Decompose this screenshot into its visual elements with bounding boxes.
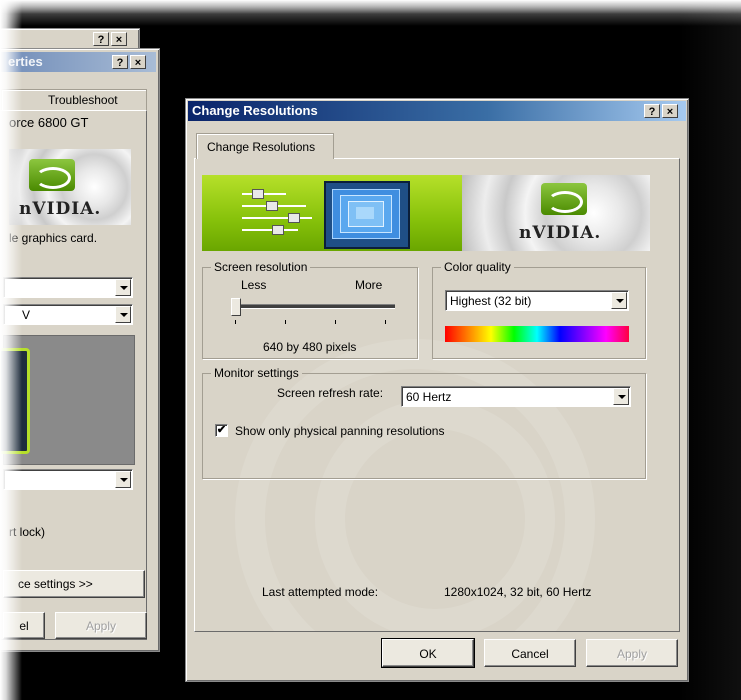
refresh-rate-label: Screen refresh rate: (277, 386, 384, 400)
chevron-down-icon (613, 388, 629, 405)
last-mode-label: Last attempted mode: (262, 585, 379, 599)
color-spectrum-bar (445, 326, 629, 342)
resolution-slider[interactable] (231, 298, 395, 328)
close-button[interactable]: × (111, 32, 127, 46)
screen-resolution-legend: Screen resolution (211, 260, 311, 274)
back-select-2[interactable]: V (3, 304, 133, 325)
properties-titlebar: erties ? × (0, 52, 156, 72)
monitor-preview (0, 335, 135, 465)
tab-label: Change Resolutions (207, 140, 316, 154)
resolution-value: 640 by 480 pixels (263, 340, 357, 354)
screen-resolution-group: Screen resolution Less More 640 by 480 p… (202, 260, 418, 359)
slider-thumb[interactable] (231, 298, 241, 316)
color-quality-group: Color quality Highest (32 bit) (432, 260, 646, 359)
back-select-1[interactable] (3, 277, 133, 298)
less-label: Less (241, 278, 267, 292)
apply-label: Apply (616, 647, 648, 661)
monitor-settings-legend: Monitor settings (211, 366, 302, 380)
color-quality-value: Highest (32 bit) (450, 294, 532, 308)
last-mode-value: 1280x1024, 32 bit, 60 Hertz (444, 585, 592, 599)
close-button[interactable]: × (130, 55, 146, 69)
graphics-card-text: le graphics card. (9, 231, 98, 245)
nvidia-eye-logo (29, 159, 75, 191)
chevron-down-icon (115, 471, 131, 488)
nvidia-logo-text: nVIDIA. (19, 199, 102, 219)
refresh-rate-value: 60 Hertz (406, 390, 452, 404)
tab-troubleshoot-label: Troubleshoot (48, 93, 118, 107)
help-button[interactable]: ? (93, 32, 109, 46)
back-apply-button[interactable]: Apply (55, 612, 147, 639)
cancel-button[interactable]: Cancel (484, 639, 576, 667)
monitor-icon (0, 348, 30, 454)
chevron-down-icon (611, 292, 627, 309)
ok-label: OK (419, 647, 437, 661)
help-button[interactable]: ? (644, 104, 660, 118)
dialog-titlebar: Change Resolutions ? × (188, 101, 686, 121)
dialog-title: Change Resolutions (192, 103, 318, 118)
color-quality-select[interactable]: Highest (32 bit) (445, 290, 629, 311)
close-button[interactable]: × (662, 104, 678, 118)
chevron-down-icon (115, 279, 131, 296)
ok-button[interactable]: OK (381, 638, 475, 668)
slider-track (231, 304, 395, 309)
back-select-3[interactable] (3, 469, 133, 490)
tab-troubleshoot[interactable]: Troubleshoot (1, 89, 147, 111)
help-button[interactable]: ? (112, 55, 128, 69)
back-select-2-value: V (22, 308, 31, 322)
nvidia-eye-logo (541, 183, 587, 215)
adapter-name: orce 6800 GT (9, 115, 89, 130)
hot-lock-text: rt lock) (9, 525, 45, 539)
change-resolutions-dialog: Change Resolutions ? × Change Resolution… (185, 98, 689, 682)
more-label: More (355, 278, 383, 292)
back-cancel-button[interactable]: el (3, 612, 45, 639)
tab-change-resolutions[interactable]: Change Resolutions (196, 133, 334, 159)
advanced-settings-button[interactable]: ce settings >> (3, 570, 145, 598)
back-apply-label: Apply (85, 619, 117, 633)
cancel-label: Cancel (511, 647, 549, 661)
panning-resolutions-label: Show only physical panning resolutions (235, 424, 445, 438)
display-resolution-icon (324, 181, 410, 249)
nvidia-logo-text: nVIDIA. (519, 223, 602, 243)
back-cancel-label: el (19, 619, 29, 633)
color-quality-legend: Color quality (441, 260, 514, 274)
advanced-settings-label: ce settings >> (18, 577, 93, 591)
panning-resolutions-checkbox[interactable]: ✔ (215, 424, 228, 437)
apply-button[interactable]: Apply (586, 639, 678, 667)
display-properties-window: erties ? × Troubleshoot orce 6800 GT nVI… (0, 48, 160, 652)
properties-title: erties (8, 54, 43, 69)
monitor-settings-group: Monitor settings Screen refresh rate: 60… (202, 366, 646, 479)
sliders-icon (242, 187, 312, 237)
refresh-rate-select[interactable]: 60 Hertz (401, 386, 631, 407)
chevron-down-icon (115, 306, 131, 323)
